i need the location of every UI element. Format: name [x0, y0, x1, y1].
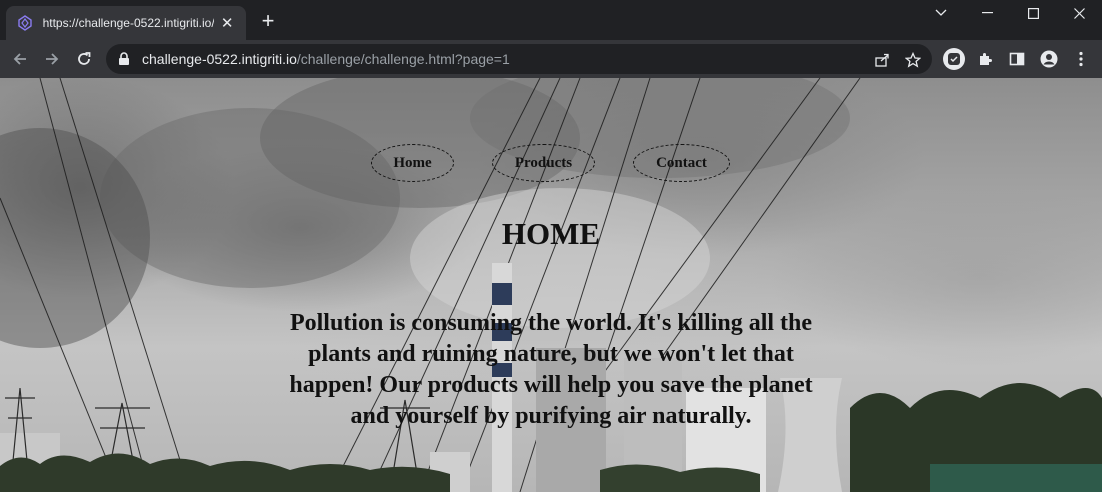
tab-title: https://challenge-0522.intigriti.io/ — [42, 16, 215, 30]
back-arrow-icon[interactable] — [8, 47, 32, 71]
new-tab-button[interactable]: + — [256, 10, 280, 34]
url-host: challenge-0522.intigriti.io — [142, 51, 297, 67]
browser-toolbar: challenge-0522.intigriti.io/challenge/ch… — [0, 40, 1102, 78]
page-title: HOME — [501, 216, 601, 251]
browser-tab[interactable]: https://challenge-0522.intigriti.io/ ✕ — [6, 6, 246, 40]
side-panel-icon[interactable] — [1007, 49, 1027, 69]
forward-arrow-icon[interactable] — [40, 47, 64, 71]
reload-icon[interactable] — [72, 47, 96, 71]
extensions-puzzle-icon[interactable] — [975, 49, 995, 69]
nav-products[interactable]: Products — [492, 144, 595, 182]
extension-avatar-icon[interactable] — [942, 47, 966, 71]
lock-icon[interactable] — [118, 52, 132, 66]
url-text[interactable]: challenge-0522.intigriti.io/challenge/ch… — [142, 51, 510, 67]
menu-kebab-icon[interactable] — [1071, 49, 1091, 69]
maximize-button[interactable] — [1010, 0, 1056, 26]
site-nav: Home Products Contact — [0, 144, 1102, 182]
tab-search-chevron-icon[interactable] — [918, 0, 964, 26]
share-icon[interactable] — [872, 50, 892, 70]
nav-contact[interactable]: Contact — [633, 144, 730, 182]
page-intro-text: Pollution is consuming the world. It's k… — [289, 310, 813, 429]
profile-icon[interactable] — [1039, 49, 1059, 69]
tab-strip: https://challenge-0522.intigriti.io/ ✕ + — [0, 0, 1102, 40]
url-path: /challenge/challenge.html?page=1 — [296, 51, 510, 67]
bookmark-star-icon[interactable] — [903, 50, 923, 70]
close-window-button[interactable] — [1056, 0, 1102, 26]
page-viewport: Home Products Contact HOME Pollution is … — [0, 78, 1102, 492]
minimize-button[interactable] — [964, 0, 1010, 26]
tab-close-icon[interactable]: ✕ — [218, 14, 236, 32]
address-bar[interactable]: challenge-0522.intigriti.io/challenge/ch… — [106, 44, 932, 74]
nav-home[interactable]: Home — [371, 144, 454, 182]
intigriti-logo-icon — [16, 14, 34, 32]
